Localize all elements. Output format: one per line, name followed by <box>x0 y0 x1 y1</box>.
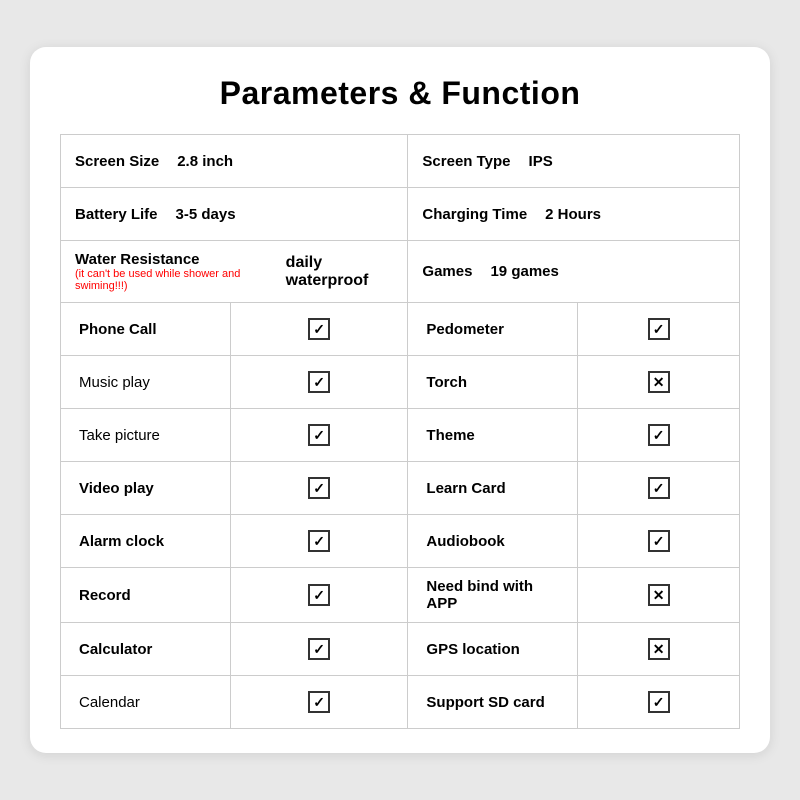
param-right-label-1: Charging Time <box>422 206 527 223</box>
feat-left-check-3 <box>230 462 408 515</box>
table-row: Record Need bind with APP <box>61 568 740 623</box>
param-left-value-2: daily waterproof <box>286 254 394 290</box>
table-row: Calendar Support SD card <box>61 676 740 729</box>
check-icon <box>648 424 670 446</box>
table-row: Phone Call Pedometer <box>61 303 740 356</box>
param-left-label-2: Water Resistance(it can't be used while … <box>75 251 268 292</box>
feat-left-label-0: Phone Call <box>61 303 231 356</box>
feat-right-label-4: Audiobook <box>408 515 578 568</box>
check-icon <box>648 318 670 340</box>
check-icon <box>308 371 330 393</box>
feat-right-check-4 <box>578 515 740 568</box>
check-icon <box>308 318 330 340</box>
check-icon <box>308 584 330 606</box>
feat-left-label-2: Take picture <box>61 409 231 462</box>
feat-left-check-0 <box>230 303 408 356</box>
check-icon <box>308 638 330 660</box>
cross-icon <box>648 638 670 660</box>
feat-left-check-2 <box>230 409 408 462</box>
param-left-2: Water Resistance(it can't be used while … <box>61 241 408 303</box>
check-icon <box>308 530 330 552</box>
feat-left-label-4: Alarm clock <box>61 515 231 568</box>
param-left-label-0: Screen Size <box>75 153 159 170</box>
cross-icon <box>648 371 670 393</box>
feat-right-label-6: GPS location <box>408 623 578 676</box>
feat-right-check-7 <box>578 676 740 729</box>
param-left-0: Screen Size 2.8 inch <box>61 135 408 188</box>
feat-right-check-0 <box>578 303 740 356</box>
param-right-2: Games 19 games <box>408 241 740 303</box>
table-row: Video play Learn Card <box>61 462 740 515</box>
param-right-value-0: IPS <box>529 153 553 170</box>
feat-right-label-0: Pedometer <box>408 303 578 356</box>
main-card: Parameters & Function Screen Size 2.8 inc… <box>30 47 770 753</box>
check-icon <box>308 691 330 713</box>
feat-left-label-5: Record <box>61 568 231 623</box>
feat-right-check-5 <box>578 568 740 623</box>
check-icon <box>308 424 330 446</box>
param-right-0: Screen Type IPS <box>408 135 740 188</box>
table-row: Alarm clock Audiobook <box>61 515 740 568</box>
feat-right-label-3: Learn Card <box>408 462 578 515</box>
param-right-label-2: Games <box>422 263 472 280</box>
feat-right-check-6 <box>578 623 740 676</box>
feat-right-check-3 <box>578 462 740 515</box>
params-table: Screen Size 2.8 inch Screen Type IPS Battery… <box>60 134 740 729</box>
feat-right-check-2 <box>578 409 740 462</box>
feat-right-label-1: Torch <box>408 356 578 409</box>
feat-left-label-7: Calendar <box>61 676 231 729</box>
feat-right-label-5: Need bind with APP <box>408 568 578 623</box>
feat-left-label-6: Calculator <box>61 623 231 676</box>
feat-left-check-7 <box>230 676 408 729</box>
check-icon <box>308 477 330 499</box>
feat-left-check-5 <box>230 568 408 623</box>
page-title: Parameters & Function <box>60 75 740 112</box>
check-icon <box>648 477 670 499</box>
check-icon <box>648 691 670 713</box>
param-left-value-1: 3-5 days <box>176 206 236 223</box>
table-row: Take picture Theme <box>61 409 740 462</box>
param-right-1: Charging Time 2 Hours <box>408 188 740 241</box>
cross-icon <box>648 584 670 606</box>
table-row: Calculator GPS location <box>61 623 740 676</box>
feat-right-label-2: Theme <box>408 409 578 462</box>
param-right-value-1: 2 Hours <box>545 206 601 223</box>
param-right-label-0: Screen Type <box>422 153 510 170</box>
feat-right-label-7: Support SD card <box>408 676 578 729</box>
feat-left-check-6 <box>230 623 408 676</box>
feat-right-check-1 <box>578 356 740 409</box>
table-row: Music play Torch <box>61 356 740 409</box>
feat-left-check-4 <box>230 515 408 568</box>
param-right-value-2: 19 games <box>490 263 558 280</box>
feat-left-check-1 <box>230 356 408 409</box>
check-icon <box>648 530 670 552</box>
feat-left-label-3: Video play <box>61 462 231 515</box>
feat-left-label-1: Music play <box>61 356 231 409</box>
param-left-value-0: 2.8 inch <box>177 153 233 170</box>
param-left-label-1: Battery Life <box>75 206 158 223</box>
param-left-1: Battery Life 3-5 days <box>61 188 408 241</box>
